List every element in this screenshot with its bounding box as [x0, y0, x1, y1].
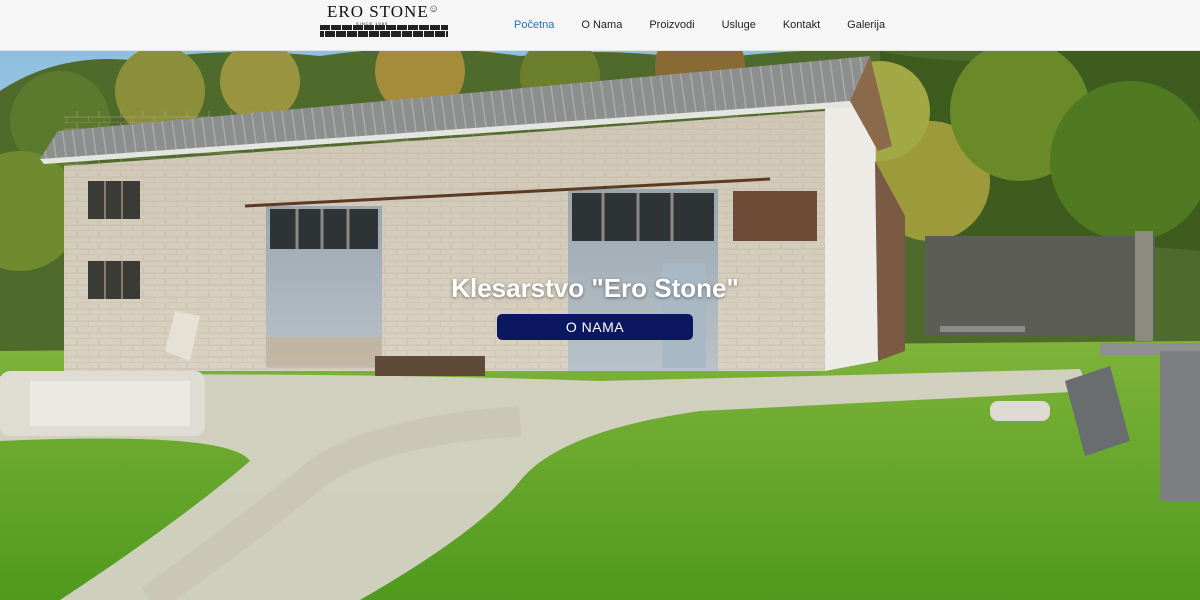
- logo[interactable]: ERO STONE ☺ SINCE 1985: [320, 2, 448, 37]
- logo-bricks-icon: [320, 31, 448, 37]
- nav-item-usluge[interactable]: Usluge: [722, 19, 756, 31]
- hero-title: Klesarstvo "Ero Stone": [451, 273, 739, 303]
- nav-item-o-nama[interactable]: O Nama: [581, 19, 622, 31]
- nav-item-proizvodi[interactable]: Proizvodi: [649, 19, 694, 31]
- site-header: ERO STONE ☺ SINCE 1985 Početna O Nama Pr…: [0, 0, 1200, 51]
- logo-mascot-icon: ☺: [428, 3, 440, 15]
- nav-item-kontakt[interactable]: Kontakt: [783, 19, 820, 31]
- hero-section: Klesarstvo "Ero Stone" O NAMA: [0, 51, 1200, 600]
- main-nav: Početna O Nama Proizvodi Usluge Kontakt …: [500, 0, 912, 50]
- logo-text: ERO STONE: [327, 2, 429, 21]
- nav-item-pocetna[interactable]: Početna: [514, 19, 554, 31]
- nav-item-galerija[interactable]: Galerija: [847, 19, 885, 31]
- about-us-button[interactable]: O NAMA: [497, 314, 693, 340]
